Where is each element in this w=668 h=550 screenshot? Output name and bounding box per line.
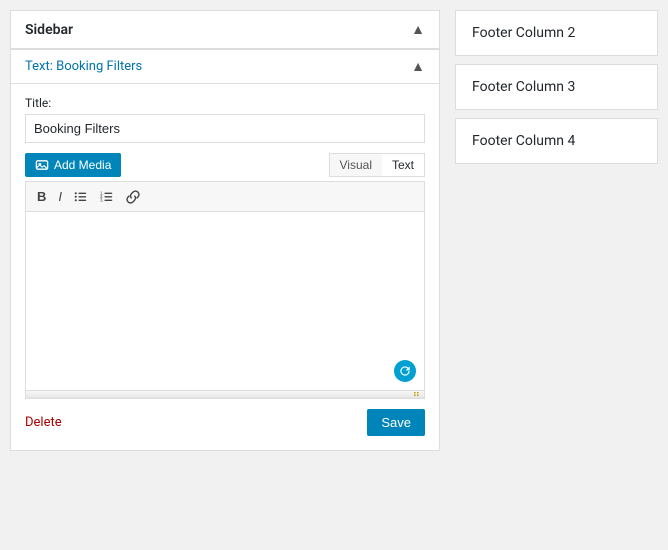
left-panel: Sidebar ▲ Text: Booking Filters ▲ Title:… <box>0 0 450 550</box>
footer-column-2-label: Footer Column 2 <box>472 25 575 41</box>
unordered-list-button[interactable] <box>69 187 93 207</box>
add-media-button[interactable]: Add Media <box>25 153 121 177</box>
widget-footer: Delete Save <box>25 399 425 436</box>
title-label: Title: <box>25 96 425 110</box>
tab-visual[interactable]: Visual <box>330 154 382 176</box>
link-button[interactable] <box>121 187 145 207</box>
footer-column-2[interactable]: Footer Column 2 <box>455 10 658 56</box>
footer-column-4-label: Footer Column 4 <box>472 133 575 149</box>
media-icon <box>35 158 49 172</box>
tab-text[interactable]: Text <box>382 154 424 176</box>
resize-dots-icon: ⠿ <box>413 390 420 400</box>
italic-button[interactable]: I <box>53 186 67 207</box>
save-button[interactable]: Save <box>367 409 425 436</box>
footer-column-4[interactable]: Footer Column 4 <box>455 118 658 164</box>
widget-chevron-icon: ▲ <box>411 58 425 75</box>
editor-area[interactable] <box>25 211 425 391</box>
widget-subheader-text: Text: Booking Filters <box>25 59 142 74</box>
bold-button[interactable]: B <box>32 186 51 207</box>
right-panel: Footer Column 2 Footer Column 3 Footer C… <box>450 0 668 550</box>
ul-icon <box>74 190 88 204</box>
editor-top-toolbar: Add Media Visual Text <box>25 153 425 177</box>
sidebar-header[interactable]: Sidebar ▲ <box>10 10 440 49</box>
link-icon <box>126 190 140 204</box>
resize-handle[interactable]: ⠿ <box>25 391 425 399</box>
widget-content: Title: Add Media Visual Text B I <box>10 83 440 451</box>
editor-toolbar: B I 1. 2. 3. <box>25 181 425 211</box>
ol-icon: 1. 2. 3. <box>100 190 114 204</box>
footer-column-3[interactable]: Footer Column 3 <box>455 64 658 110</box>
title-input[interactable] <box>25 114 425 143</box>
view-tabs: Visual Text <box>329 153 425 177</box>
delete-link[interactable]: Delete <box>25 415 62 430</box>
widget-subheader[interactable]: Text: Booking Filters ▲ <box>10 49 440 83</box>
ordered-list-button[interactable]: 1. 2. 3. <box>95 187 119 207</box>
svg-text:3.: 3. <box>100 197 104 202</box>
add-media-label: Add Media <box>54 158 111 172</box>
sidebar-title: Sidebar <box>25 22 73 38</box>
refresh-icon[interactable] <box>394 360 416 382</box>
footer-column-3-label: Footer Column 3 <box>472 79 575 95</box>
sidebar-chevron-icon: ▲ <box>411 21 425 38</box>
